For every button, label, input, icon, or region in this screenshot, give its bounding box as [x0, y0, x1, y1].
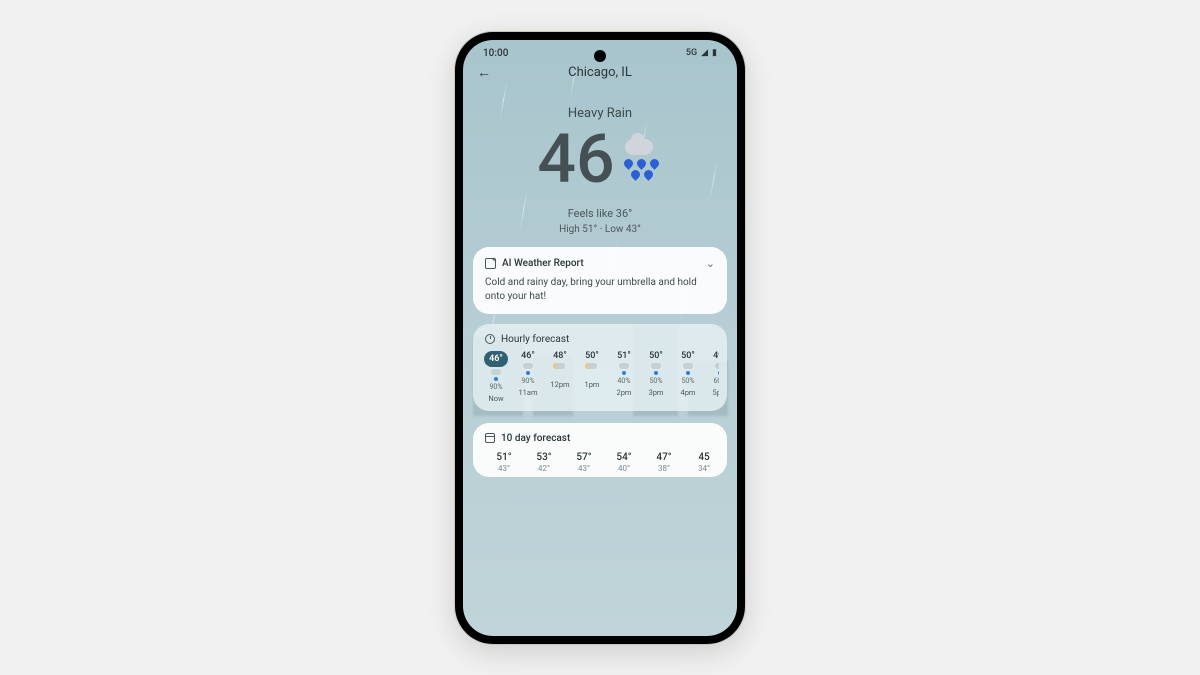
day-high: 47°: [656, 452, 671, 463]
location-title[interactable]: Chicago, IL: [568, 65, 632, 80]
hourly-header: Hourly forecast: [481, 334, 719, 345]
hour-temp: 46°: [521, 351, 535, 361]
hour-col[interactable]: 46° 90% 11am: [513, 351, 543, 403]
ai-report-title: AI Weather Report: [502, 258, 584, 269]
hour-time: 5pm: [712, 388, 719, 397]
daily-forecast-card[interactable]: 10 day forecast 51° 43° 53° 42° 57° 43° …: [473, 423, 727, 477]
status-time: 10:00: [483, 48, 508, 59]
ai-report-header: AI Weather Report ⌄: [485, 257, 715, 270]
hourly-row[interactable]: 46° 90% Now 46° 90% 11am 48° 12pm 50° 1p…: [481, 351, 719, 403]
day-col[interactable]: 54° 40°: [605, 452, 643, 473]
hour-temp: 50°: [681, 351, 695, 361]
hour-col[interactable]: 49° 60% 5pm: [705, 351, 719, 403]
heavy-rain-icon: [619, 137, 663, 181]
day-high: 51°: [496, 452, 511, 463]
hour-precip: 40%: [618, 377, 631, 385]
hour-temp: 46°: [484, 351, 508, 367]
daily-row[interactable]: 51° 43° 53° 42° 57° 43° 54° 40° 47° 38° …: [485, 452, 715, 473]
camera-hole: [594, 50, 606, 62]
rain-icon: [649, 363, 663, 375]
day-low: 38°: [658, 464, 670, 473]
rain-icon: [681, 363, 695, 375]
hour-precip: 50%: [682, 377, 695, 385]
hour-time: 4pm: [680, 388, 695, 397]
app-screen: 10:00 5G ◢ ▮ ← Chicago, IL Heavy Rain 46: [463, 40, 737, 636]
status-right: 5G ◢ ▮: [686, 48, 717, 58]
day-col[interactable]: 51° 43°: [485, 452, 523, 473]
hour-precip: 90%: [490, 383, 503, 391]
signal-icon: ◢: [701, 48, 708, 58]
hour-time: Now: [488, 394, 503, 403]
ai-sparkle-icon: [485, 258, 496, 269]
hour-time: 3pm: [648, 388, 663, 397]
current-temp-row: 46: [463, 125, 737, 193]
hour-precip: 60%: [714, 377, 720, 385]
hour-col[interactable]: 51° 40% 2pm: [609, 351, 639, 403]
day-high: 57°: [576, 452, 591, 463]
day-high: 54°: [616, 452, 631, 463]
network-label: 5G: [686, 48, 697, 58]
current-temp: 46: [537, 125, 614, 193]
day-col[interactable]: 53° 42°: [525, 452, 563, 473]
rain-icon: [489, 369, 503, 381]
hour-col[interactable]: 50° 1pm: [577, 351, 607, 403]
day-col[interactable]: 57° 43°: [565, 452, 603, 473]
hour-time: 1pm: [584, 380, 599, 389]
day-low: 34°: [698, 464, 710, 473]
hour-col[interactable]: 48° 12pm: [545, 351, 575, 403]
hour-temp: 50°: [649, 351, 663, 361]
hour-precip: 90%: [522, 377, 535, 385]
daily-title: 10 day forecast: [501, 433, 570, 444]
hour-temp: 48°: [553, 351, 567, 361]
back-button[interactable]: ←: [477, 64, 491, 81]
ai-report-card[interactable]: AI Weather Report ⌄ Cold and rainy day, …: [473, 247, 727, 314]
hour-time: 2pm: [616, 388, 631, 397]
hourly-title: Hourly forecast: [501, 334, 569, 345]
hour-col[interactable]: 50° 50% 4pm: [673, 351, 703, 403]
hourly-forecast-card[interactable]: Hourly forecast 46° 90% Now 46° 90% 11am…: [473, 324, 727, 411]
day-col[interactable]: 47° 38°: [645, 452, 683, 473]
day-high: 45: [698, 452, 709, 463]
day-low: 43°: [578, 464, 590, 473]
day-low: 43°: [498, 464, 510, 473]
rain-icon: [521, 363, 535, 375]
battery-icon: ▮: [712, 48, 717, 58]
hour-temp: 49°: [713, 351, 719, 361]
partly-icon: [553, 363, 567, 375]
high-low: High 51° · Low 43°: [463, 224, 737, 235]
calendar-icon: [485, 433, 495, 443]
hour-time: 12pm: [550, 380, 569, 389]
hour-col[interactable]: 50° 50% 3pm: [641, 351, 671, 403]
hour-time: 11am: [518, 388, 537, 397]
day-low: 42°: [538, 464, 550, 473]
chevron-down-icon[interactable]: ⌄: [706, 257, 715, 270]
feels-like: Feels like 36°: [463, 207, 737, 220]
header: ← Chicago, IL: [463, 61, 737, 88]
hour-temp: 51°: [617, 351, 631, 361]
hour-precip: 50%: [650, 377, 663, 385]
clock-icon: [485, 334, 495, 344]
day-low: 40°: [618, 464, 630, 473]
hour-col[interactable]: 46° 90% Now: [481, 351, 511, 403]
rain-icon: [617, 363, 631, 375]
day-col[interactable]: 45 34°: [685, 452, 715, 473]
rain-icon: [713, 363, 719, 375]
ai-report-body: Cold and rainy day, bring your umbrella …: [485, 276, 715, 304]
partly-icon: [585, 363, 599, 375]
phone-frame: 10:00 5G ◢ ▮ ← Chicago, IL Heavy Rain 46: [455, 32, 745, 644]
hour-temp: 50°: [585, 351, 599, 361]
day-high: 53°: [536, 452, 551, 463]
daily-header: 10 day forecast: [485, 433, 715, 444]
